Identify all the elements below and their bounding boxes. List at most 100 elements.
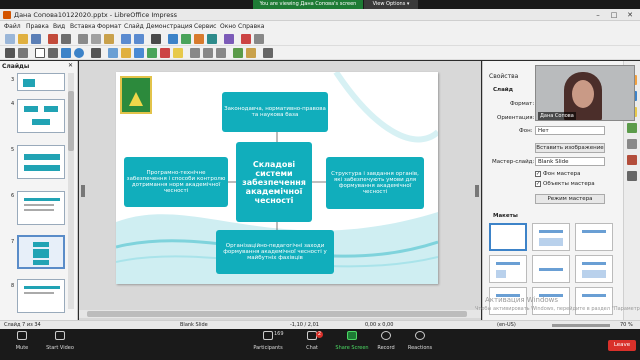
new-icon[interactable] [5, 34, 15, 44]
slideshow-icon[interactable] [241, 34, 251, 44]
close-slides-panel-icon[interactable]: ✕ [68, 62, 73, 69]
menu-help[interactable]: Справка [238, 21, 264, 32]
rotate-icon[interactable] [190, 48, 200, 58]
chat-button[interactable]: 2 Chat [292, 331, 332, 351]
table-icon[interactable] [168, 34, 178, 44]
master-mode-button[interactable]: Режим мастера [535, 194, 605, 204]
maximize-button[interactable]: □ [606, 10, 622, 20]
horizontal-scrollbar[interactable] [79, 310, 481, 318]
flowchart-icon[interactable] [147, 48, 157, 58]
collapse-left-handle[interactable] [81, 185, 85, 197]
layout-two-content[interactable] [489, 255, 527, 283]
background-select[interactable]: Нет [535, 126, 605, 135]
start-video-label: Start Video [46, 345, 74, 351]
leave-button[interactable]: Leave [608, 340, 636, 351]
ellipse-icon[interactable] [74, 48, 84, 58]
shadow-icon[interactable] [233, 48, 243, 58]
mute-button[interactable]: Mute [2, 331, 42, 351]
navigator-tab-icon[interactable] [627, 171, 637, 181]
insert-image-button[interactable]: Вставить изображение [535, 143, 605, 153]
paste-icon[interactable] [104, 34, 114, 44]
image-icon[interactable] [181, 34, 191, 44]
horizontal-scrollbar-thumb[interactable] [87, 311, 467, 317]
align-icon[interactable] [203, 48, 213, 58]
cut-icon[interactable] [78, 34, 88, 44]
layout-blank[interactable] [489, 223, 527, 251]
arrow-icon[interactable] [91, 48, 101, 58]
media-icon[interactable] [207, 34, 217, 44]
close-window-button[interactable]: ✕ [622, 10, 638, 20]
zoom-icon[interactable] [18, 48, 28, 58]
slides-scrollbar[interactable] [68, 73, 74, 309]
master-background-checkbox[interactable]: ✓ [535, 171, 541, 177]
slide-editor[interactable]: Законодавча, нормативно-правова та науко… [79, 61, 481, 320]
participants-label: Participants [253, 345, 283, 351]
rectangle-icon[interactable] [61, 48, 71, 58]
menu-window[interactable]: Окно [220, 21, 236, 32]
start-video-button[interactable]: Start Video [40, 331, 80, 351]
fontwork-icon[interactable] [224, 34, 234, 44]
chart-icon[interactable] [194, 34, 204, 44]
layout-title-only[interactable] [575, 223, 613, 251]
find-icon[interactable] [151, 34, 161, 44]
participants-button[interactable]: 169 Participants [248, 331, 288, 351]
select-icon[interactable] [5, 48, 15, 58]
menu-file[interactable]: Файл [4, 21, 21, 32]
participant-video[interactable]: Дана Сопова [535, 65, 635, 121]
zoom-slider[interactable] [552, 324, 610, 327]
center-component-box[interactable]: Складові системи забезпечення академічно… [236, 142, 312, 222]
export-pdf-icon[interactable] [48, 34, 58, 44]
master-objects-checkbox[interactable]: ✓ [535, 181, 541, 187]
collapse-right-handle[interactable] [475, 185, 479, 197]
styles-tab-icon[interactable] [627, 139, 637, 149]
menu-tools[interactable]: Сервис [194, 21, 216, 32]
scrollbar-thumb[interactable] [68, 91, 74, 151]
arrange-icon[interactable] [216, 48, 226, 58]
bottom-component-box[interactable]: Організаційно-педагогічні заходи формува… [216, 230, 334, 274]
gallery-tab-icon[interactable] [627, 155, 637, 165]
callouts-icon[interactable] [160, 48, 170, 58]
slides-panel-title: Слайды [2, 63, 30, 70]
slide-thumbnail-3[interactable] [17, 73, 65, 91]
redo-icon[interactable] [134, 34, 144, 44]
textbox-icon[interactable] [35, 48, 45, 58]
layout-title-two[interactable] [575, 255, 613, 283]
stars-icon[interactable] [173, 48, 183, 58]
slide-thumbnail-4[interactable] [17, 99, 65, 133]
menu-format[interactable]: Формат [97, 21, 121, 32]
slide-thumbnail-7-selected[interactable] [17, 235, 65, 269]
reactions-button[interactable]: Reactions [400, 331, 440, 351]
symbol-shapes-icon[interactable] [121, 48, 131, 58]
master-slides-tab-icon[interactable] [627, 123, 637, 133]
open-icon[interactable] [18, 34, 28, 44]
slide-canvas[interactable]: Законодавча, нормативно-правова та науко… [116, 72, 438, 284]
menu-slideshow[interactable]: Демонстрация [146, 21, 192, 32]
display-grid-icon[interactable] [254, 34, 264, 44]
save-icon[interactable] [31, 34, 41, 44]
print-icon[interactable] [61, 34, 71, 44]
left-component-box[interactable]: Програмно-технічне забезпечення і способ… [124, 157, 228, 207]
menu-view[interactable]: Вид [53, 21, 65, 32]
right-component-box[interactable]: Структура і завдання органів, які забезп… [326, 157, 424, 209]
menu-edit[interactable]: Правка [26, 21, 49, 32]
slide-thumbnail-8[interactable] [17, 279, 65, 313]
3d-icon[interactable] [263, 48, 273, 58]
block-arrows-icon[interactable] [134, 48, 144, 58]
menu-insert[interactable]: Вставка [70, 21, 95, 32]
top-component-box[interactable]: Законодавча, нормативно-правова та науко… [222, 92, 328, 132]
status-bar: Слайд 7 из 34 Blank Slide -1,10 / 2,01 0… [0, 320, 640, 329]
slide-thumbnail-6[interactable] [17, 191, 65, 225]
slide-thumbnail-5[interactable] [17, 145, 65, 179]
basic-shapes-icon[interactable] [108, 48, 118, 58]
menu-slide[interactable]: Слайд [124, 21, 144, 32]
minimize-button[interactable]: – [590, 10, 606, 20]
layout-title-content[interactable] [532, 223, 570, 251]
view-options-button[interactable]: View Options ▾ [364, 0, 418, 9]
crop-icon[interactable] [246, 48, 256, 58]
master-slide-select[interactable]: Blank Slide [535, 157, 605, 166]
activation-watermark-text: Чтобы активировать Windows, перейдите в … [475, 306, 640, 312]
undo-icon[interactable] [121, 34, 131, 44]
layout-centered-text[interactable] [532, 255, 570, 283]
line-icon[interactable] [48, 48, 58, 58]
copy-icon[interactable] [91, 34, 101, 44]
